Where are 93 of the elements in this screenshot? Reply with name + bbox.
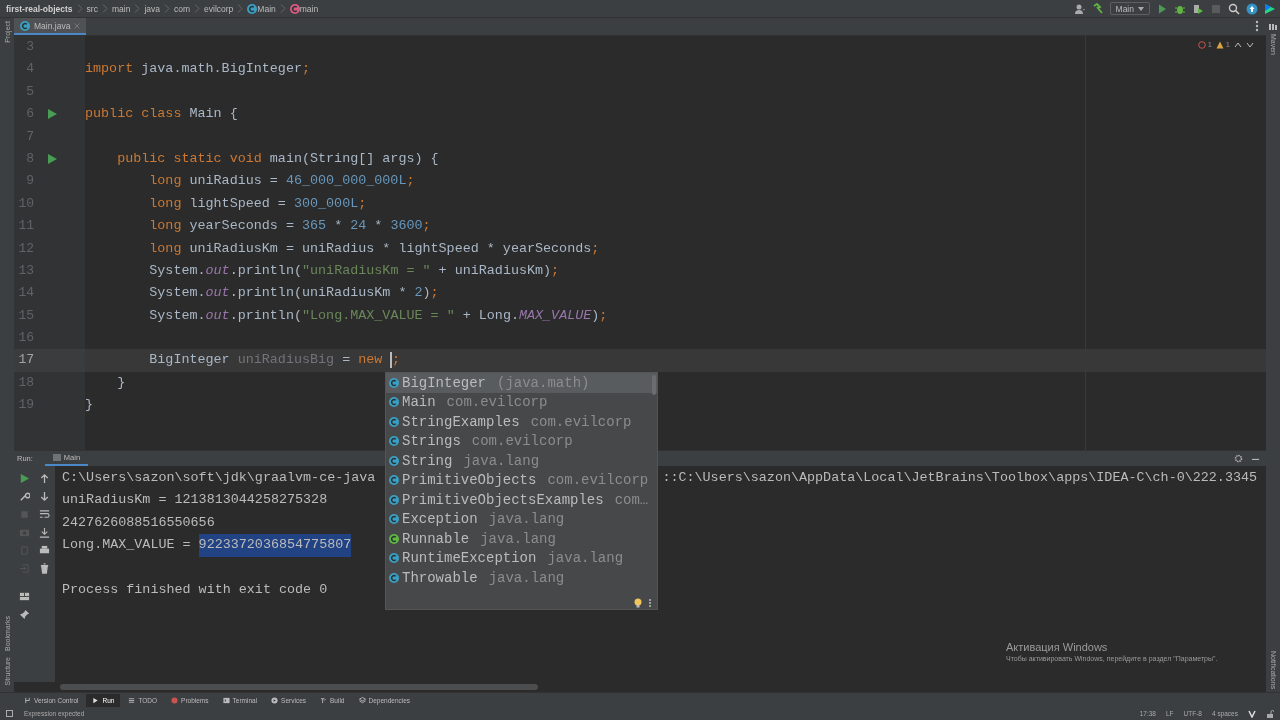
update-icon[interactable]	[1246, 2, 1258, 15]
code-line: public static void main(String[] args) {	[116, 149, 439, 168]
user-icon[interactable]	[1073, 2, 1086, 15]
trash-icon[interactable]	[38, 563, 50, 574]
code-line: }	[85, 396, 94, 415]
breadcrumb-item[interactable]: Main	[257, 3, 276, 14]
breadcrumb-item[interactable]: java	[144, 3, 160, 14]
code-line: import java.math.BigInteger;	[85, 60, 310, 79]
caret-icon	[1138, 6, 1144, 11]
chevron-up-icon[interactable]	[1234, 40, 1242, 49]
completion-item[interactable]: PrimitiveObjects com.evilcorp	[386, 470, 657, 490]
arrow-down-icon[interactable]	[38, 491, 50, 502]
print-icon[interactable]	[38, 545, 50, 556]
class-icon	[389, 572, 399, 583]
window-icon	[52, 454, 61, 461]
completion-item[interactable]: Main com.evilcorp	[386, 392, 657, 412]
completion-item[interactable]: PrimitiveObjectsExamples com…	[386, 490, 657, 510]
completion-item[interactable]: StringExamples com.evilcorp	[386, 412, 657, 432]
completion-item[interactable]: Exception java.lang	[386, 509, 657, 529]
console-line: Long.MAX_VALUE =	[62, 536, 192, 555]
completion-item[interactable]: Throwable java.lang	[386, 568, 657, 588]
code-line: long lightSpeed = 300_000L;	[148, 194, 367, 213]
console-line: ::C:\Users\sazon\AppData\Local\JetBrains\Toolbox\apps\IDEA-C\ch-0\222.3345	[662, 469, 1258, 487]
run-icon[interactable]	[46, 108, 58, 121]
code-line: System.out.println(uniRadiusKm * 2);	[148, 284, 439, 303]
breadcrumb-item[interactable]: main	[111, 3, 131, 14]
class-icon	[389, 514, 399, 525]
vim-icon[interactable]	[1248, 709, 1256, 718]
class-icon	[20, 20, 30, 31]
wrench-icon[interactable]	[18, 491, 30, 502]
file-tab[interactable]: Main.java	[14, 18, 87, 35]
coverage-icon[interactable]	[1192, 2, 1204, 15]
search-icon[interactable]	[1228, 2, 1240, 15]
console-line: 2427626088516550656	[62, 513, 215, 532]
scrollbar[interactable]	[60, 684, 538, 690]
completion-item[interactable]: String java.lang	[386, 451, 657, 471]
breadcrumb-item[interactable]: com	[174, 3, 191, 14]
arrow-up-icon[interactable]	[38, 473, 50, 484]
code-line: public class Main {	[85, 105, 238, 124]
terminal-icon	[222, 696, 230, 704]
code-line: BigInteger uniRadiusBig = new ;	[148, 350, 400, 370]
layout-icon[interactable]	[18, 591, 30, 602]
class-icon	[389, 436, 399, 447]
code-line: System.out.println("uniRadiusKm = " + uniRadiusKm);	[148, 261, 560, 280]
branch-icon	[24, 696, 31, 704]
class-icon	[389, 475, 399, 486]
soft-wrap-icon[interactable]	[38, 509, 50, 520]
completion-item[interactable]: RuntimeException java.lang	[386, 548, 657, 568]
class-icon	[389, 377, 399, 388]
settings-icon[interactable]	[1234, 454, 1243, 463]
code-line: }	[116, 373, 126, 392]
code-line: System.out.println("Long.MAX_VALUE = " + Long.MAX_VALUE);	[148, 306, 608, 325]
class-icon	[247, 3, 258, 14]
breadcrumb-item[interactable]: src	[86, 3, 98, 14]
class-icon	[389, 397, 399, 408]
breadcrumb-item[interactable]: main	[299, 3, 319, 14]
list-icon	[128, 696, 136, 704]
breadcrumb-item[interactable]: evilcorp	[204, 3, 234, 14]
lock-icon[interactable]	[1266, 709, 1274, 718]
scroll-to-end-icon[interactable]	[38, 527, 50, 538]
interface-icon	[389, 533, 399, 544]
class-icon	[389, 494, 399, 505]
logo-icon[interactable]	[1264, 2, 1276, 15]
class-icon	[389, 553, 399, 564]
class-icon	[389, 455, 399, 466]
code-line: long uniRadius = 46_000_000_000L;	[148, 172, 415, 191]
class-icon	[389, 416, 399, 427]
more-icon[interactable]	[648, 597, 652, 608]
code-line: long yearSeconds = 365 * 24 * 3600;	[148, 217, 431, 236]
play-icon	[92, 696, 100, 704]
run-configuration-dropdown[interactable]: Main	[1109, 2, 1150, 15]
line-number: 17	[17, 351, 34, 370]
console-line: C:\Users\sazon\soft\jdk\graalvm-ce-java	[62, 469, 376, 487]
rerun-icon[interactable]	[18, 473, 30, 484]
chevron-down-icon[interactable]	[1246, 40, 1254, 49]
status-icon[interactable]	[6, 709, 14, 718]
method-icon	[289, 3, 300, 14]
run-icon[interactable]	[46, 153, 58, 166]
completion-item[interactable]: Strings com.evilcorp	[386, 431, 657, 451]
error-icon	[171, 696, 179, 704]
console-line: uniRadiusKm = 1213813044258275328	[62, 491, 328, 510]
run-icon[interactable]	[1156, 2, 1168, 15]
lightbulb-icon[interactable]	[634, 597, 642, 608]
selected-text: 9223372036854775807	[198, 534, 352, 557]
code-line: long uniRadiusKm = uniRadius * lightSpeed * yearSeconds;	[148, 239, 600, 258]
pin-icon[interactable]	[18, 609, 30, 620]
console-line: Process finished with exit code 0	[62, 580, 328, 599]
completion-item[interactable]: Runnable java.lang	[386, 529, 657, 549]
layers-icon	[358, 696, 366, 704]
maven-icon[interactable]	[1268, 22, 1278, 31]
activation-title: Активация Windows	[1006, 641, 1109, 653]
play-circle-icon	[271, 696, 279, 704]
breadcrumb-item[interactable]: first-real-objects	[6, 3, 73, 14]
